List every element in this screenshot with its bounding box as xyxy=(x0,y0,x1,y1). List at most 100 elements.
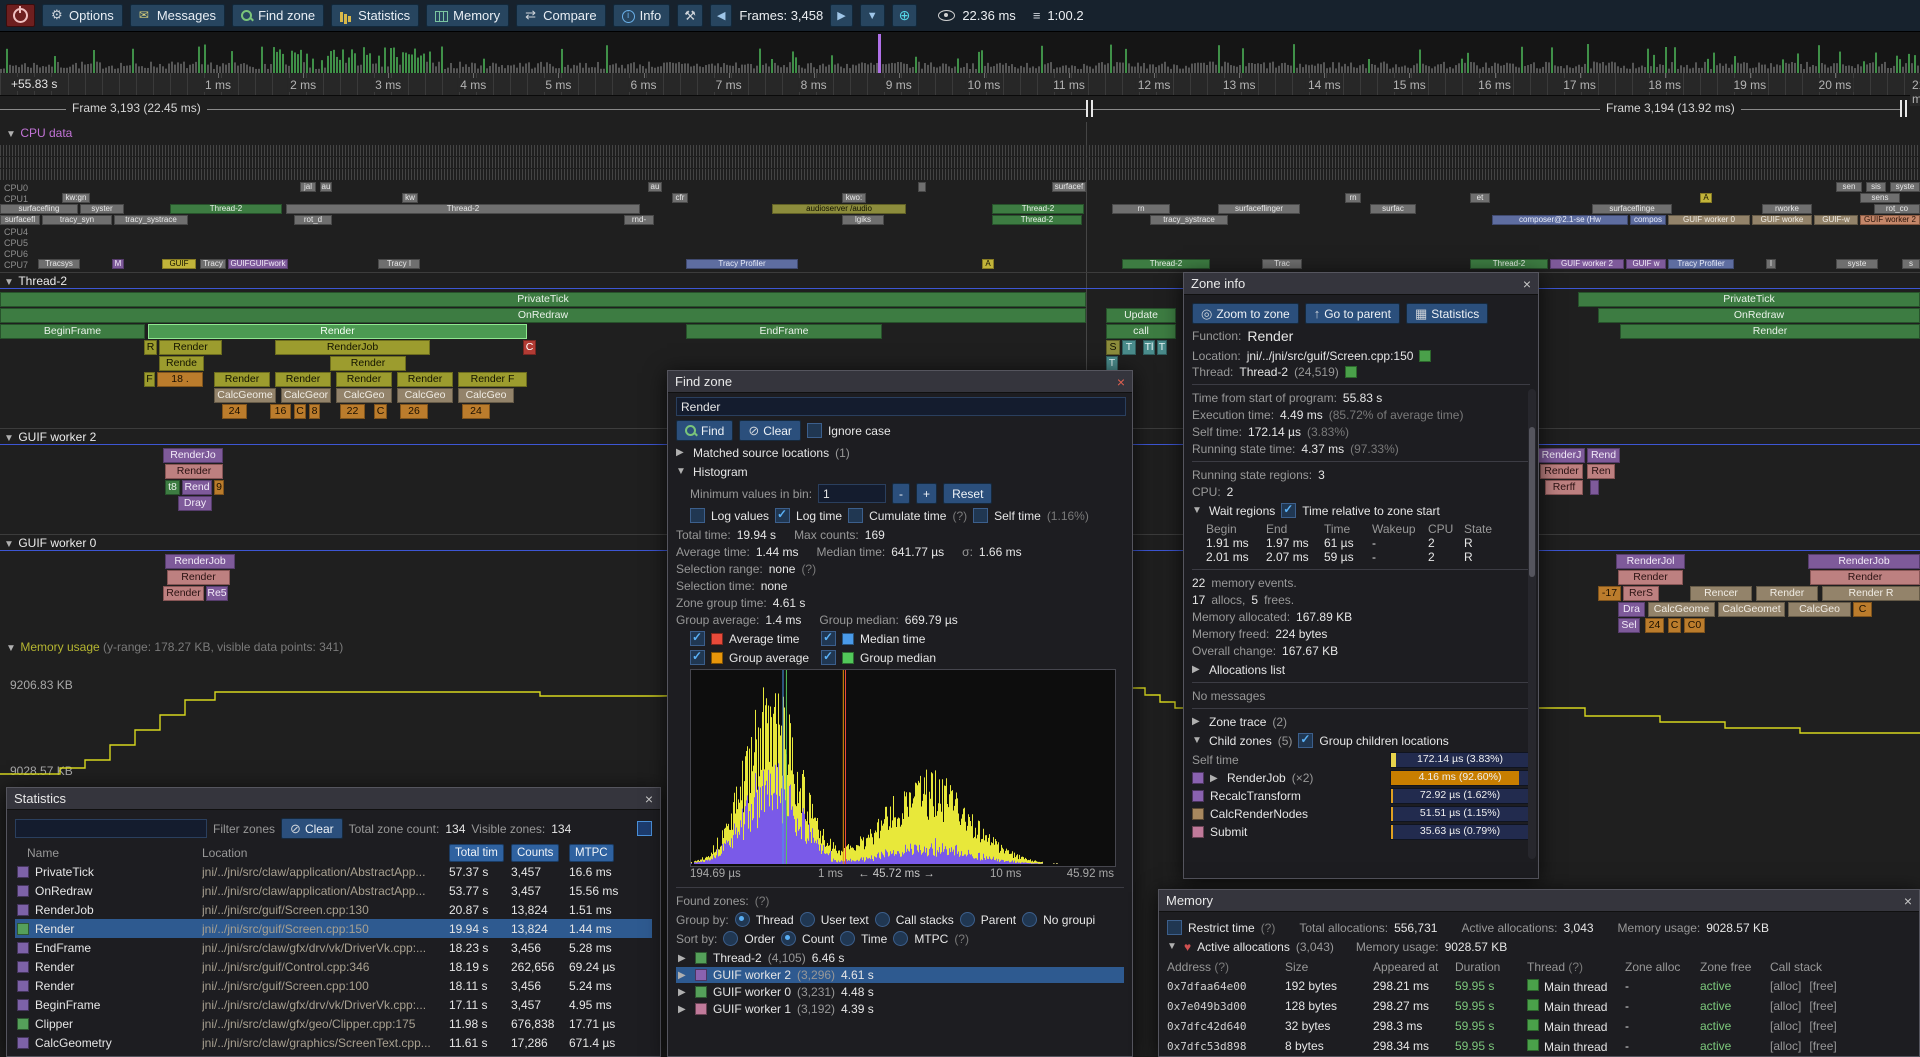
zone-rend[interactable]: Rend xyxy=(1587,448,1620,463)
zoom-to-zone-button[interactable]: ◎Zoom to zone xyxy=(1192,303,1299,324)
zone-dray[interactable]: Dray xyxy=(178,496,212,511)
zone-tracy-systrace[interactable]: tracy_systrace xyxy=(114,215,188,225)
zone-tracsys[interactable]: Tracsys xyxy=(38,259,80,269)
zone-trac[interactable]: Trac xyxy=(1262,259,1302,269)
zone-c[interactable]: C xyxy=(523,340,536,355)
zone-9[interactable]: 9 xyxy=(214,480,224,495)
zone-t[interactable]: T xyxy=(1157,340,1167,355)
zone-26[interactable]: 26 xyxy=(400,404,428,419)
tools-button[interactable]: ⚒ xyxy=(677,4,703,27)
find-button[interactable]: Find xyxy=(676,420,733,441)
statistics-row-endframe[interactable]: EndFramejni/../jni/src/claw/gfx/drv/vk/D… xyxy=(15,938,652,957)
center-view-button[interactable]: ⊕ xyxy=(892,4,918,27)
zone-privatetick[interactable]: PrivateTick xyxy=(0,292,1086,307)
zone-rot-d[interactable]: rot_d xyxy=(294,215,332,225)
zone-guif-w[interactable]: GUIF-w xyxy=(1814,215,1858,225)
reset-button[interactable]: Reset xyxy=(943,483,992,504)
zone-calcgeo[interactable]: CalcGeo xyxy=(336,388,392,403)
sort-by-mtpc-radio[interactable] xyxy=(893,931,908,946)
zone-t[interactable]: T xyxy=(1122,340,1136,355)
zone-rerff[interactable]: Rerff xyxy=(1545,480,1583,495)
zone-t[interactable]: T xyxy=(1106,356,1118,371)
statistics-row-onredraw[interactable]: OnRedrawjni/../jni/src/claw/application/… xyxy=(15,881,652,900)
zone-thread-2[interactable]: Thread-2 xyxy=(992,204,1084,214)
zone-rnd[interactable]: rnd- xyxy=(624,215,654,225)
zone-16[interactable]: 16 xyxy=(270,404,291,419)
zone-guif-w[interactable]: GUIF w xyxy=(1626,259,1666,269)
zone-render[interactable]: Render xyxy=(214,372,270,387)
zone-beginframe[interactable]: BeginFrame xyxy=(0,324,145,339)
zone-t8[interactable]: t8 xyxy=(165,480,180,495)
zone-24[interactable]: 24 xyxy=(462,404,490,419)
column-address[interactable]: Address xyxy=(1167,960,1211,974)
column-zone-alloc[interactable]: Zone alloc xyxy=(1625,960,1680,974)
zone-calcgeor[interactable]: CalcGeor xyxy=(281,388,331,403)
zone-tl[interactable]: Tl xyxy=(1143,340,1155,355)
filter-zones-input[interactable] xyxy=(15,819,207,838)
scrollbar-thumb[interactable] xyxy=(1529,427,1535,577)
average-time-checkbox[interactable] xyxy=(690,631,705,646)
zone-thread-2[interactable]: Thread-2 xyxy=(286,204,640,214)
zone-tracy-profiler[interactable]: Tracy Profiler xyxy=(686,259,798,269)
zone-thread-2[interactable]: Thread-2 xyxy=(1122,259,1210,269)
zone-calcgeo[interactable]: CalcGeo xyxy=(458,388,514,403)
limit-view-icon[interactable] xyxy=(637,821,652,836)
alloc-callstack-link[interactable]: [alloc] xyxy=(1770,1039,1801,1053)
zone-render[interactable]: Render xyxy=(159,340,222,355)
zone-guif-worke[interactable]: GUIF worke xyxy=(1752,215,1812,225)
memory-table-row-2[interactable]: 0x7dfc42d64032 bytes298.3 ms59.95 sMain … xyxy=(1167,1016,1911,1036)
free-callstack-link[interactable]: [free] xyxy=(1809,1039,1836,1053)
zone-thread-2[interactable]: Thread-2 xyxy=(992,215,1082,225)
free-callstack-link[interactable]: [free] xyxy=(1809,999,1836,1013)
found-zone-group-guif-worker-1[interactable]: ▶GUIF worker 1(3,192)4.39 s xyxy=(676,1001,1124,1017)
sort-by-order-radio[interactable] xyxy=(723,931,738,946)
zone-s[interactable]: S xyxy=(1106,340,1120,355)
free-callstack-link[interactable]: [free] xyxy=(1809,1019,1836,1033)
sort-button-total-tim[interactable]: Total tim xyxy=(449,844,504,862)
cumulate-time-checkbox[interactable] xyxy=(848,508,863,523)
group-by-parent-radio[interactable] xyxy=(960,912,975,927)
zone-rot-co[interactable]: rot_co xyxy=(1874,204,1920,214)
toolbar-button-compare[interactable]: Compare xyxy=(516,4,605,27)
zone-cfr[interactable]: cfr xyxy=(672,193,688,203)
zone-render[interactable]: Render xyxy=(275,372,331,387)
zone-renderjo[interactable]: RenderJo xyxy=(163,448,223,463)
statistics-row-render[interactable]: Renderjni/../jni/src/guif/Control.cpp:34… xyxy=(15,957,652,976)
close-icon[interactable]: × xyxy=(645,792,653,806)
column-zone-free[interactable]: Zone free xyxy=(1700,960,1751,974)
zone-blank[interactable] xyxy=(1590,480,1599,495)
zone-surfacefl[interactable]: surfacefl xyxy=(0,215,40,225)
column-call-stack[interactable]: Call stack xyxy=(1770,960,1822,974)
wait-regions-collapser[interactable]: ▼Wait regionsTime relative to zone start xyxy=(1192,503,1530,518)
zone-c[interactable]: C xyxy=(294,404,306,419)
zone-rn[interactable]: rn xyxy=(1345,193,1361,203)
wait-table-row-0[interactable]: 1.91 ms1.97 ms61 µs-2R xyxy=(1206,536,1530,550)
zone-guif[interactable]: GUIF xyxy=(162,259,196,269)
zone-s[interactable]: s xyxy=(1902,259,1920,269)
restrict-time-checkbox[interactable] xyxy=(1167,920,1182,935)
child-zone-recalctransform[interactable]: RecalcTransform72.92 µs (1.62%) xyxy=(1192,788,1530,804)
zone-et[interactable]: et xyxy=(1470,193,1490,203)
memory-table-row-1[interactable]: 0x7e049b3d00128 bytes298.27 ms59.95 sMai… xyxy=(1167,996,1911,1016)
frame-dropdown-button[interactable]: ▼ xyxy=(860,4,885,27)
memory-table-row-0[interactable]: 0x7dfaa64e00192 bytes298.21 ms59.95 sMai… xyxy=(1167,976,1911,996)
child-zone-self-time[interactable]: Self time172.14 µs (3.83%) xyxy=(1192,752,1530,768)
zone-compos[interactable]: compos xyxy=(1630,215,1666,225)
zone-8[interactable]: 8 xyxy=(309,404,320,419)
toolbar-button-find-zone[interactable]: Find zone xyxy=(232,4,324,27)
ignore-case-checkbox[interactable] xyxy=(807,423,822,438)
zone-kw[interactable]: kw xyxy=(402,193,418,203)
zone-thread-2[interactable]: Thread-2 xyxy=(1470,259,1548,269)
zone-endframe[interactable]: EndFrame xyxy=(686,324,882,339)
thread-header-thread-2[interactable]: ▼ Thread-2 xyxy=(0,272,1920,289)
histogram-collapser[interactable]: ▼Histogram xyxy=(676,464,1124,479)
decrease-button[interactable]: - xyxy=(892,483,910,504)
zone-blank[interactable] xyxy=(918,182,926,192)
zone-rende[interactable]: Rende xyxy=(159,356,204,371)
zone-calcgeome[interactable]: CalcGeome xyxy=(214,388,276,403)
frames-row[interactable]: Frame 3,193 (22.45 ms)Frame 3,194 (13.92… xyxy=(0,98,1920,122)
statistics-row-render[interactable]: Renderjni/../jni/src/guif/Screen.cpp:100… xyxy=(15,976,652,995)
column-thread[interactable]: Thread xyxy=(1527,960,1565,974)
alloc-callstack-link[interactable]: [alloc] xyxy=(1770,979,1801,993)
zone-sens[interactable]: sens xyxy=(1860,193,1900,203)
